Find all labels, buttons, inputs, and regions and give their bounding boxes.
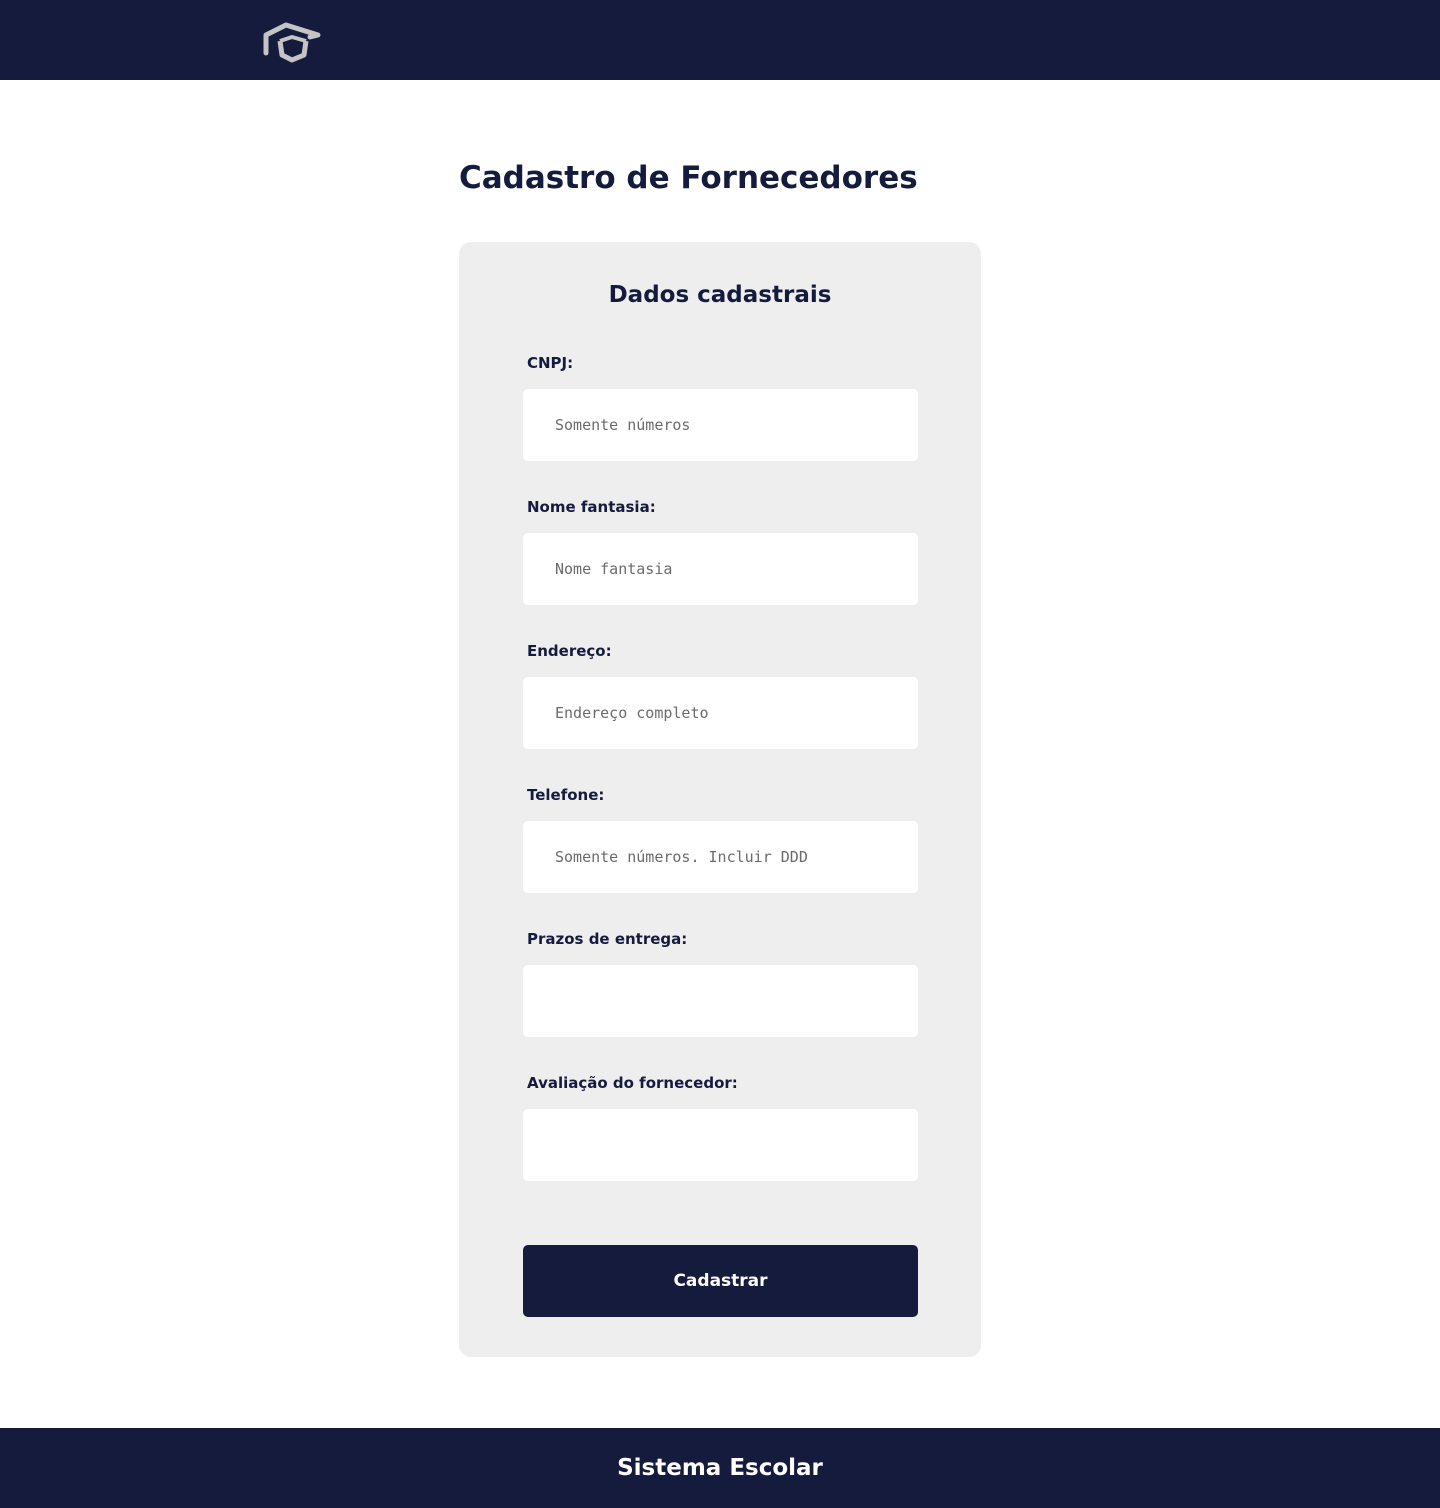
form-title: Dados cadastrais — [608, 282, 832, 308]
phone-input[interactable] — [523, 821, 918, 893]
trade-name-input[interactable] — [523, 533, 918, 605]
address-label: Endereço: — [527, 642, 612, 660]
footer-title: Sistema Escolar — [617, 1455, 823, 1481]
trade-name-label: Nome fantasia: — [527, 498, 656, 516]
page-title: Cadastro de Fornecedores — [459, 160, 918, 196]
address-input[interactable] — [523, 677, 918, 749]
register-button[interactable]: Cadastrar — [523, 1245, 918, 1317]
supplier-rating-label: Avaliação do fornecedor: — [527, 1074, 738, 1092]
phone-label: Telefone: — [527, 786, 605, 804]
graduation-cap-icon[interactable] — [262, 19, 322, 63]
supplier-form: Dados cadastrais CNPJ: Nome fantasia: En… — [459, 242, 981, 1357]
delivery-time-input[interactable] — [523, 965, 918, 1037]
delivery-time-label: Prazos de entrega: — [527, 930, 688, 948]
page-footer: Sistema Escolar — [0, 1428, 1440, 1508]
cnpj-label: CNPJ: — [527, 354, 574, 372]
top-header — [0, 0, 1440, 80]
cnpj-input[interactable] — [523, 389, 918, 461]
supplier-rating-input[interactable] — [523, 1109, 918, 1181]
